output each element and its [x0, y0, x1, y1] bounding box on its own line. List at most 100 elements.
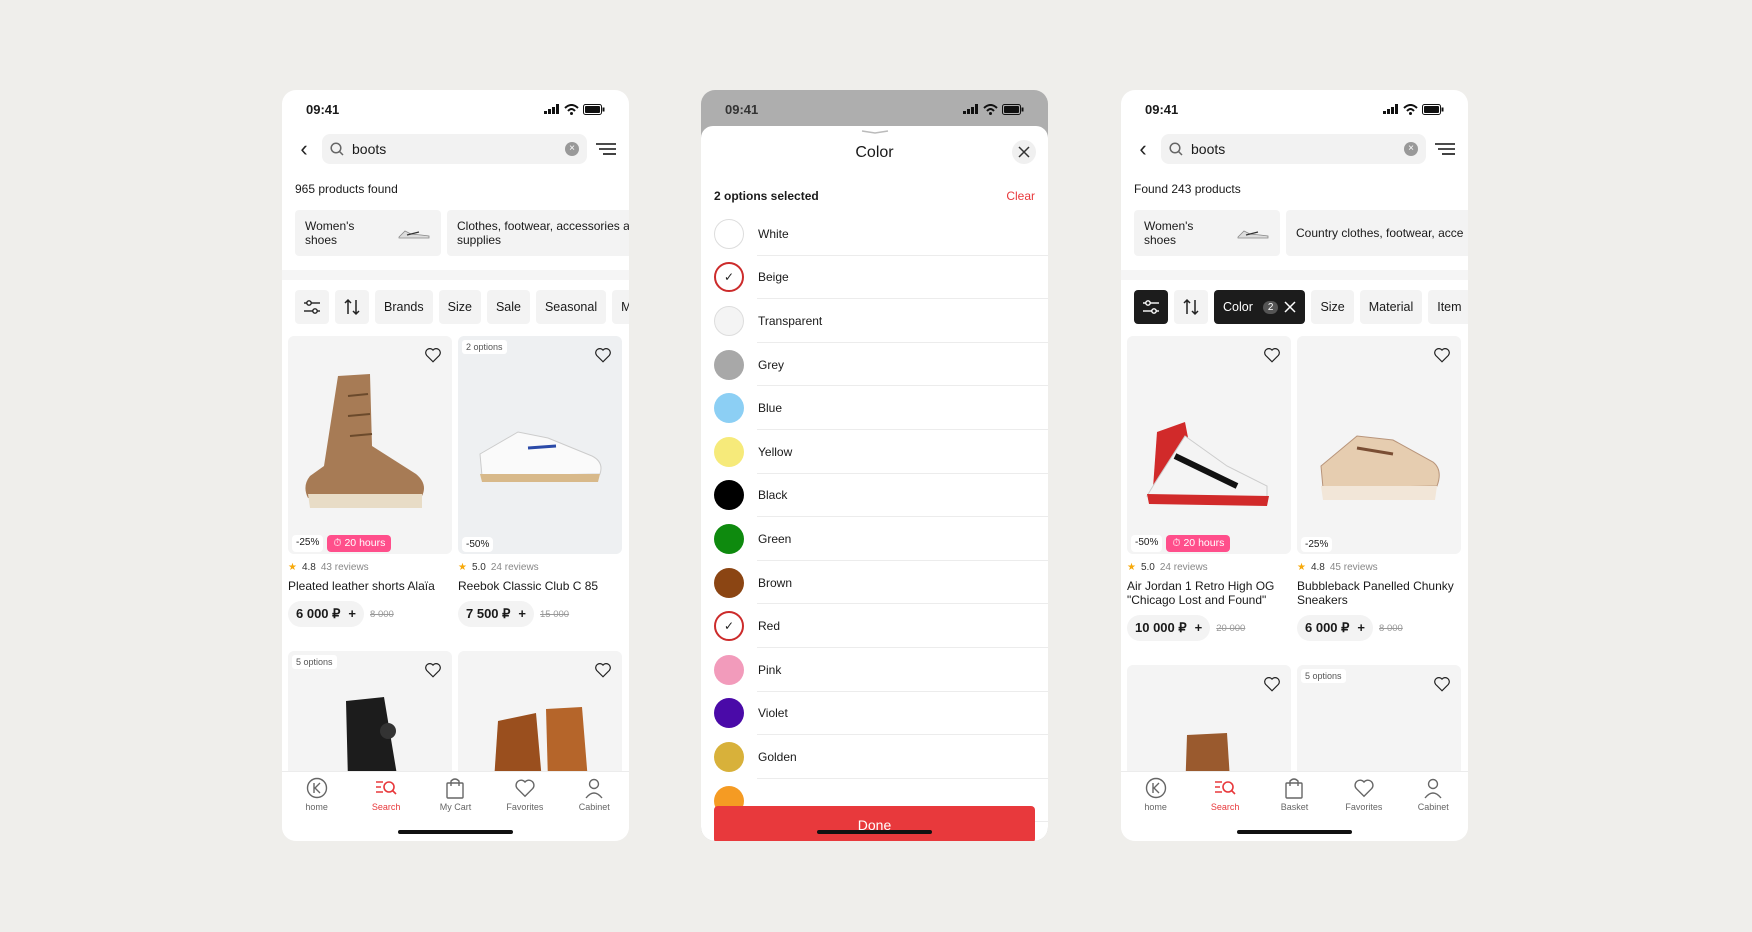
color-option[interactable]: Violet [701, 692, 1048, 736]
product-card[interactable]: -25% ⏱ 20 hours ★ 4.8 43 reviews Pleated l… [288, 336, 452, 627]
color-option[interactable]: Green [701, 517, 1048, 561]
filter-chip-sale[interactable]: Sale [486, 290, 530, 324]
add-to-cart-button[interactable]: 6 000 ₽ + [1297, 615, 1374, 641]
product-card[interactable]: 2 options -50% ★ 5.0 24 reviews Reebok Cla… [458, 336, 622, 627]
sort-button[interactable] [335, 290, 369, 324]
filter-chip-item[interactable]: Item [1428, 290, 1468, 324]
options-badge: 2 options [462, 340, 507, 354]
product-card[interactable]: -50% ⏱ 20 hours ★ 5.0 24 reviews Air Jorda… [1127, 336, 1291, 641]
product-name: Pleated leather shorts Alaïa [288, 579, 435, 593]
filter-chip-more[interactable]: M [612, 290, 629, 324]
filter-chip-material[interactable]: Material [1359, 290, 1423, 324]
menu-icon[interactable] [595, 141, 617, 157]
tab-cabinet[interactable]: Cabinet [564, 777, 624, 841]
sneaker-image [479, 431, 602, 482]
category-chip[interactable]: Women's shoes [1134, 210, 1280, 256]
category-label: Country clothes, footwear, acce [1296, 226, 1464, 240]
color-option[interactable]: ✓ Red [701, 604, 1048, 648]
discount-badge: -25% [292, 535, 324, 552]
filter-chip-brands[interactable]: Brands [375, 290, 433, 324]
selection-summary: 2 options selected Clear [701, 176, 1048, 212]
color-option[interactable]: Pink [701, 648, 1048, 692]
add-to-cart-button[interactable]: 6 000 ₽ + [288, 601, 365, 627]
sort-icon [1183, 298, 1199, 316]
old-price: 20 000 [1216, 622, 1246, 634]
badges: -25% ⏱ 20 hours [292, 535, 392, 552]
category-label: Women's shoes [1144, 219, 1194, 247]
price-row: 10 000 ₽ + 20 000 [1127, 615, 1291, 641]
review-count: 24 reviews [1159, 562, 1208, 573]
search-list-icon [1215, 781, 1236, 795]
close-icon[interactable] [1284, 301, 1296, 313]
color-swatch [714, 741, 744, 772]
search-input[interactable]: boots × [1161, 134, 1426, 164]
clear-search-icon[interactable]: × [1404, 142, 1418, 156]
bag-icon [1285, 778, 1304, 799]
color-option[interactable]: ✓ Beige [701, 256, 1048, 300]
product-card[interactable]: -25% ★ 4.8 45 reviews Bubbleback Panelled … [1297, 336, 1461, 641]
badges: -25% [1301, 537, 1333, 552]
color-option[interactable]: Grey [701, 343, 1048, 387]
back-icon[interactable]: ‹ [294, 138, 314, 160]
menu-icon[interactable] [1434, 141, 1456, 157]
search-input[interactable]: boots × [322, 134, 587, 164]
tab-label: My Cart [439, 802, 472, 812]
close-button[interactable] [1012, 140, 1036, 164]
filter-chip-label: Color [1223, 300, 1253, 314]
price: 6 000 ₽ [1305, 620, 1350, 635]
color-option[interactable]: Golden [701, 735, 1048, 779]
color-option[interactable]: Black [701, 474, 1048, 518]
filter-chip-size[interactable]: Size [1311, 290, 1354, 324]
rating-value: 5.0 [1140, 562, 1155, 573]
star-icon: ★ [1127, 562, 1136, 573]
filter-settings-button[interactable] [295, 290, 329, 324]
color-swatch [714, 218, 744, 249]
heart-icon[interactable] [424, 661, 442, 679]
color-option[interactable]: Blue [701, 386, 1048, 430]
color-swatch [714, 349, 744, 380]
back-icon[interactable]: ‹ [1133, 138, 1153, 160]
color-swatch [714, 393, 744, 424]
tab-home[interactable]: home [287, 777, 347, 841]
done-button[interactable]: Done [714, 806, 1035, 841]
heart-icon[interactable] [1263, 675, 1281, 693]
filter-chip-size[interactable]: Size [438, 290, 481, 324]
add-to-cart-button[interactable]: 10 000 ₽ + [1127, 615, 1211, 641]
price-row: 7 500 ₽ + 15 000 [458, 601, 622, 627]
color-label: Golden [758, 749, 797, 764]
filter-chip-seasonal[interactable]: Seasonal [535, 290, 607, 324]
search-row: ‹ boots × [282, 128, 629, 170]
heart-icon[interactable] [1433, 346, 1451, 364]
color-option[interactable]: White [701, 212, 1048, 256]
color-option[interactable]: Transparent [701, 299, 1048, 343]
search-icon [1169, 142, 1183, 156]
sliders-icon [1143, 300, 1159, 314]
sort-button[interactable] [1174, 290, 1208, 324]
product-image: -25% [1297, 336, 1461, 554]
category-chip[interactable]: Clothes, footwear, accessories and suppl… [447, 210, 629, 256]
color-label: Red [758, 619, 781, 634]
color-label: Pink [758, 662, 782, 677]
old-price: 8 000 [1379, 622, 1403, 634]
heart-icon[interactable] [1263, 346, 1281, 364]
clear-search-icon[interactable]: × [565, 142, 579, 156]
heart-icon[interactable] [424, 346, 442, 364]
category-chip[interactable]: Country clothes, footwear, acce [1286, 210, 1468, 256]
checkmark-icon: ✓ [718, 615, 740, 638]
heart-icon[interactable] [594, 661, 612, 679]
add-to-cart-button[interactable]: 7 500 ₽ + [458, 601, 535, 627]
filter-chip-color[interactable]: Color 2 [1214, 290, 1306, 324]
tab-cabinet[interactable]: Cabinet [1403, 777, 1463, 841]
heart-icon[interactable] [1433, 675, 1451, 693]
color-option[interactable]: Yellow [701, 430, 1048, 474]
heart-icon[interactable] [594, 346, 612, 364]
home-logo-icon [1145, 777, 1166, 799]
clear-button[interactable]: Clear [1006, 189, 1035, 203]
user-icon [1424, 778, 1442, 799]
category-chip[interactable]: Women's shoes [295, 210, 441, 256]
color-option[interactable]: Brown [701, 561, 1048, 605]
filter-settings-button[interactable] [1134, 290, 1168, 324]
sheet-grabber-icon[interactable] [861, 130, 889, 134]
sneaker-image [1146, 422, 1269, 506]
tab-home[interactable]: home [1126, 777, 1186, 841]
